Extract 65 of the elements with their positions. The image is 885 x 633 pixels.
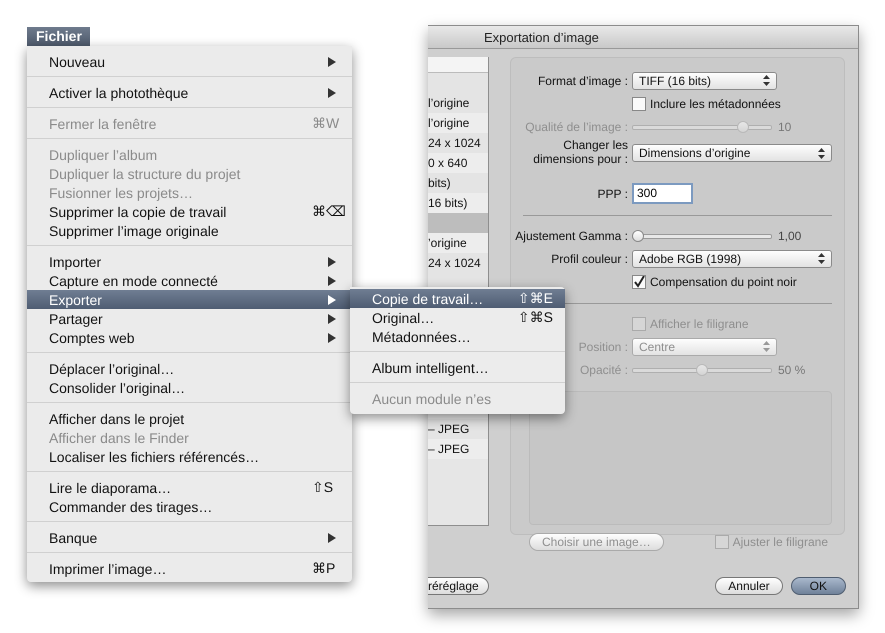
slider[interactable] (632, 228, 772, 242)
checkbox-label: Inclure les métadonnées (650, 96, 781, 110)
menu-item[interactable]: Activer la photothèque (27, 83, 352, 102)
menu-item[interactable]: Comptes web (27, 328, 352, 347)
menu-item[interactable]: Capture en mode connecté (27, 271, 352, 290)
menu-item[interactable]: Original… ⇧⌘S (350, 308, 565, 327)
setting-label: Profil couleur : (551, 252, 628, 266)
checkbox[interactable] (632, 96, 646, 110)
slider-thumb[interactable] (632, 230, 644, 242)
updown-arrows-icon (818, 253, 825, 264)
slider-value: 10 (778, 120, 792, 134)
popup-menu[interactable]: Adobe RGB (1998) (632, 250, 832, 268)
window-title: Exportation d’image (484, 30, 599, 44)
setting-label: Qualité de l’image : (525, 120, 628, 134)
preset-item[interactable]: 24 x 1024 (428, 256, 481, 270)
preset-item[interactable]: 24 x 1024 (428, 136, 481, 150)
slider-value: 50 % (778, 362, 806, 376)
preset-item[interactable]: – JPEG (428, 422, 470, 436)
preset-item[interactable]: l’origine (428, 96, 470, 110)
setting-label: Changer les dimensions pour : (532, 138, 628, 166)
updown-arrows-icon (763, 341, 770, 352)
updown-arrows-icon (818, 148, 825, 158)
cancel-button[interactable]: Annuler (715, 577, 783, 595)
submenu-arrow-icon (328, 88, 336, 98)
menu-item[interactable]: Copie de travail… ⇧⌘E (350, 289, 565, 308)
check-icon (633, 276, 645, 288)
popup-menu[interactable]: TIFF (16 bits) (632, 72, 777, 90)
menu-item[interactable]: Album intelligent… (350, 358, 565, 377)
menu-item[interactable]: Importer (27, 252, 352, 271)
setting-label: Ajustement Gamma : (515, 228, 628, 242)
setting-label: Opacité : (580, 362, 628, 376)
menu-item[interactable]: Lire le diaporama… ⇧S (27, 478, 352, 497)
checkbox[interactable] (632, 274, 646, 288)
ok-button[interactable]: OK (790, 577, 846, 595)
menu-title[interactable]: Fichier (27, 27, 90, 46)
menu-item[interactable]: Déplacer l’original… (27, 359, 352, 378)
menu-item[interactable]: Imprimer l’image… ⌘P (27, 559, 352, 578)
menu-item[interactable]: Nouveau (27, 52, 352, 71)
checkbox-label: Ajuster le filigrane (732, 535, 828, 549)
setting-label: Position : (578, 340, 628, 354)
ppp-field[interactable]: 300 (632, 183, 693, 204)
setting-label: PPP : (598, 186, 628, 200)
menu-item[interactable]: Banque (27, 528, 352, 547)
menu-item[interactable]: Métadonnées… (350, 327, 565, 346)
menu-item[interactable]: Afficher dans le projet (27, 409, 352, 428)
updown-arrows-icon (763, 75, 770, 86)
preset-item[interactable]: bits) (428, 176, 451, 190)
checkbox-label: Afficher le filigrane (650, 316, 748, 330)
menu-item[interactable]: Consolider l’original… (27, 378, 352, 397)
menu-item[interactable]: Localiser les fichiers référencés… (27, 447, 352, 466)
preset-button[interactable]: réréglage (428, 577, 489, 595)
group-row (428, 213, 488, 233)
slider-value: 1,00 (778, 228, 802, 242)
menu-item[interactable]: Supprimer la copie de travail ⌘⌫ (27, 202, 352, 221)
submenu-arrow-icon (328, 56, 336, 66)
popup-menu[interactable]: Dimensions d’origine (632, 144, 832, 162)
list-header (428, 57, 488, 73)
checkbox-label: Compensation du point noir (650, 274, 797, 288)
menu-item[interactable]: Partager (27, 309, 352, 328)
menu-item[interactable]: Supprimer l’image originale (27, 221, 352, 240)
submenu-arrow-icon (328, 532, 336, 542)
menu-item[interactable]: Exporter (27, 290, 352, 309)
setting-label: Format d’image : (538, 74, 628, 88)
image-well[interactable] (529, 391, 832, 525)
menu-item[interactable]: Commander des tirages… (27, 497, 352, 516)
